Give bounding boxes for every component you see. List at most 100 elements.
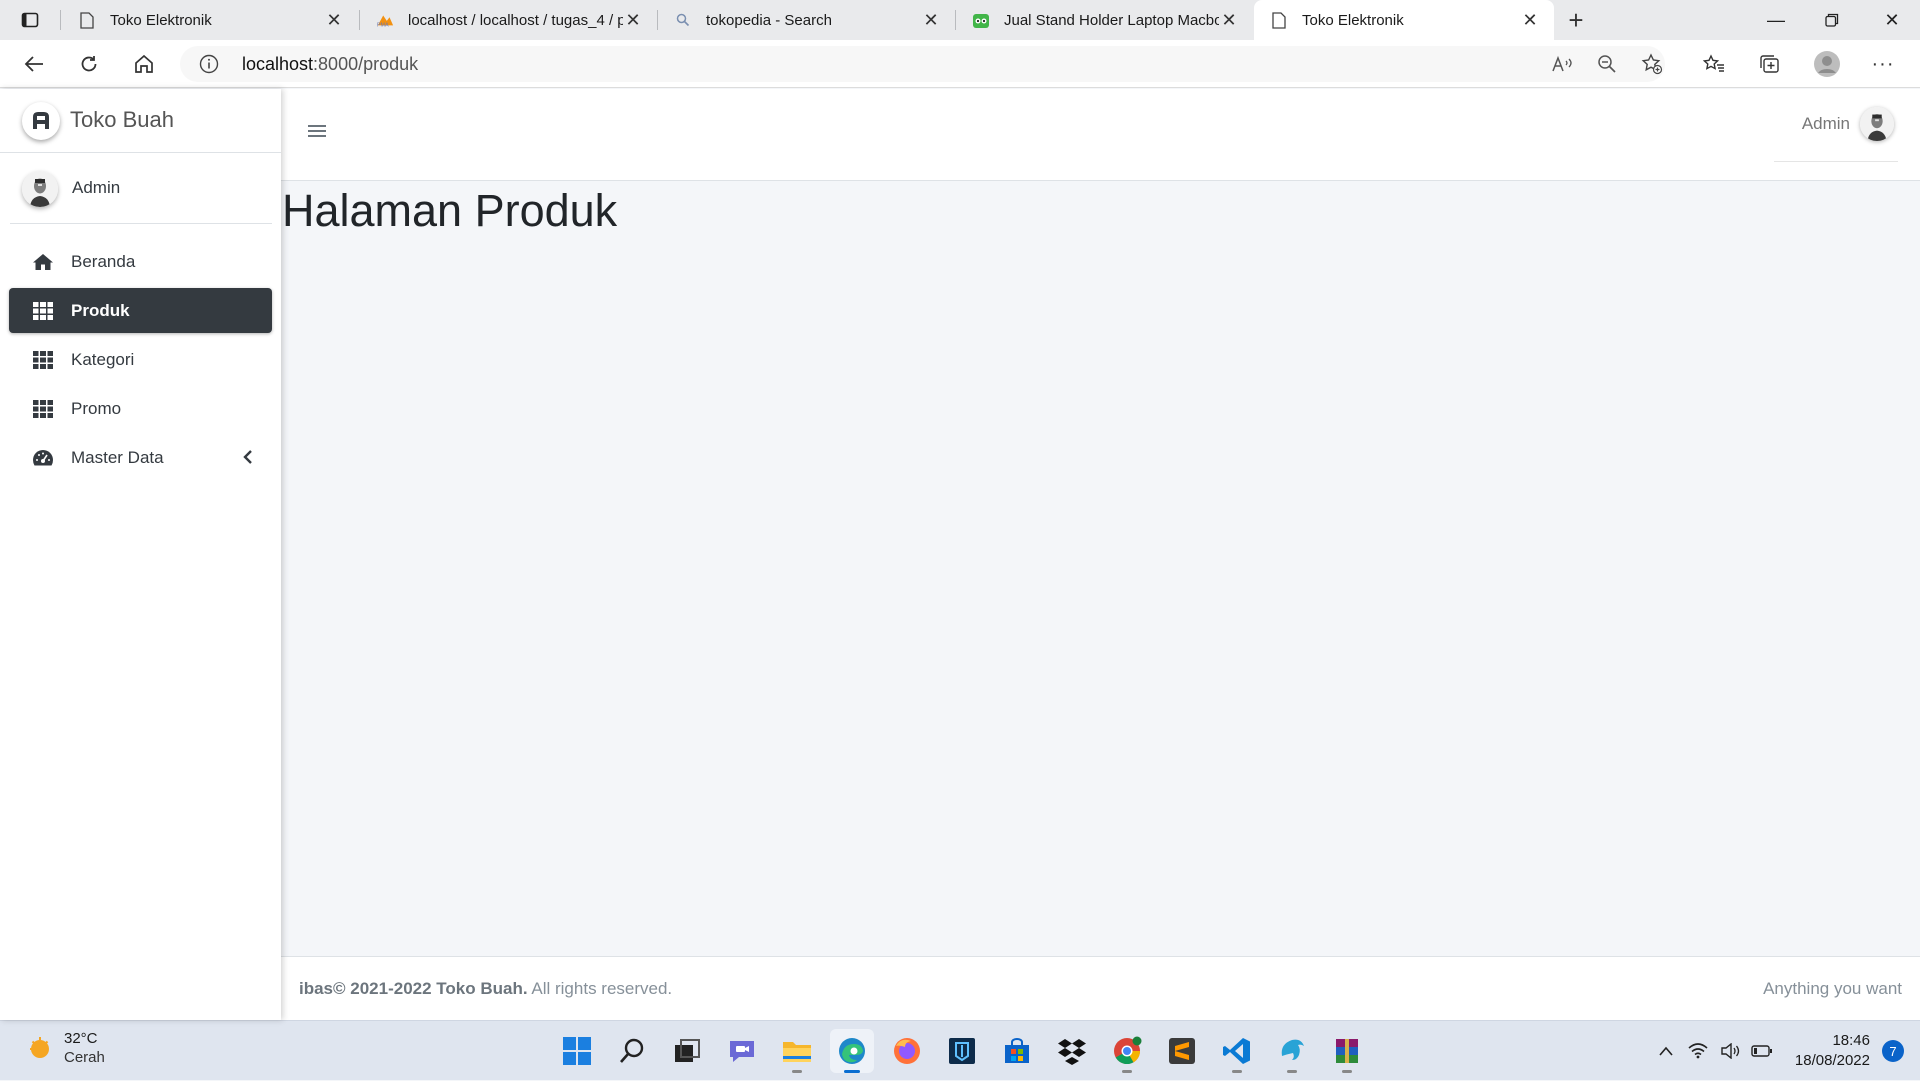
weather-widget[interactable]: 32°C Cerah — [26, 1029, 105, 1067]
dropbox-button[interactable] — [1050, 1029, 1094, 1073]
footer-copyright-brand: ibas© 2021-2022 Toko Buah. — [299, 979, 528, 998]
clock-date: 18/08/2022 — [1794, 1052, 1870, 1069]
tab-title: tokopedia - Search — [706, 11, 832, 29]
collections-button[interactable] — [1752, 48, 1786, 80]
back-button[interactable] — [17, 48, 51, 80]
page-icon — [78, 11, 96, 29]
edge-browser-button[interactable] — [830, 1029, 874, 1073]
plus-icon: + — [1568, 4, 1584, 35]
vmware-button[interactable] — [940, 1029, 984, 1073]
microsoft-store-button[interactable] — [995, 1029, 1039, 1073]
sidebar-nav: Beranda Produk Kategori Promo Master Dat… — [9, 239, 272, 484]
home-icon — [135, 54, 153, 73]
windows-taskbar: 32°C Cerah 18:46 18/08/2022 7 — [0, 1020, 1920, 1080]
home-button[interactable] — [127, 48, 161, 80]
sidebar-item-master-data[interactable]: Master Data — [9, 435, 272, 480]
app-icon — [949, 1038, 975, 1064]
chrome-button[interactable] — [1105, 1029, 1149, 1073]
sidebar-item-beranda[interactable]: Beranda — [9, 239, 272, 284]
wifi-button[interactable] — [1685, 1038, 1711, 1064]
restore-button[interactable] — [1804, 0, 1860, 40]
page-title: Halaman Produk — [282, 185, 618, 236]
sidebar-item-kategori[interactable]: Kategori — [9, 337, 272, 382]
browser-tab-2[interactable]: PMA localhost / localhost / tugas_4 / p … — [360, 0, 657, 40]
battery-icon — [1751, 1045, 1772, 1057]
browser-tab-4[interactable]: Jual Stand Holder Laptop Macbo ✕ — [956, 0, 1253, 40]
grid-icon — [31, 350, 55, 370]
task-view-button[interactable] — [665, 1029, 709, 1073]
footer-tagline: Anything you want — [1763, 979, 1902, 998]
tab-actions-button[interactable] — [10, 4, 50, 36]
notification-badge[interactable]: 7 — [1882, 1040, 1904, 1062]
url-text[interactable]: localhost:8000/produk — [242, 54, 418, 75]
navbar-user-menu[interactable]: Admin — [1802, 107, 1894, 141]
close-icon[interactable]: ✕ — [623, 10, 643, 31]
winrar-button[interactable] — [1325, 1029, 1369, 1073]
windows-logo-icon — [563, 1037, 591, 1065]
brand-link[interactable]: Toko Buah — [0, 89, 281, 153]
weather-condition: Cerah — [64, 1049, 105, 1066]
show-hidden-icons-button[interactable] — [1653, 1038, 1679, 1064]
user-panel[interactable]: Admin — [10, 153, 272, 224]
restore-icon — [1825, 13, 1839, 27]
running-indicator — [1122, 1070, 1132, 1073]
profile-button[interactable] — [1810, 48, 1844, 80]
weather-temperature: 32°C — [64, 1030, 98, 1047]
hamburger-menu-icon[interactable] — [308, 123, 326, 139]
reload-button[interactable] — [72, 48, 106, 80]
collections-icon — [1760, 55, 1779, 73]
footer-copyright: ibas© 2021-2022 Toko Buah. All rights re… — [299, 979, 672, 999]
sidebar-item-promo[interactable]: Promo — [9, 386, 272, 431]
mysql-workbench-button[interactable] — [1270, 1029, 1314, 1073]
firefox-button[interactable] — [885, 1029, 929, 1073]
info-icon[interactable] — [198, 53, 220, 75]
running-indicator — [1232, 1070, 1242, 1073]
vscode-icon — [1223, 1038, 1250, 1064]
taskbar-apps — [555, 1029, 1380, 1073]
browser-tab-1[interactable]: Toko Elektronik ✕ — [62, 0, 358, 40]
sublime-text-button[interactable] — [1160, 1029, 1204, 1073]
address-bar[interactable]: localhost:8000/produk — [180, 46, 1665, 82]
volume-button[interactable] — [1717, 1038, 1743, 1064]
sidebar-item-produk[interactable]: Produk — [9, 288, 272, 333]
firefox-icon — [894, 1038, 920, 1064]
close-window-button[interactable]: ✕ — [1864, 0, 1920, 40]
minimize-button[interactable]: — — [1748, 0, 1804, 40]
zoom-out-icon — [1598, 55, 1616, 73]
dropbox-icon — [1058, 1039, 1086, 1065]
zoom-out-button[interactable] — [1590, 48, 1624, 80]
grid-icon — [31, 399, 55, 419]
more-menu-button[interactable]: ··· — [1866, 48, 1900, 80]
teams-chat-button[interactable] — [720, 1029, 764, 1073]
chrome-icon — [1114, 1036, 1142, 1065]
favorites-button[interactable] — [1697, 48, 1731, 80]
battery-button[interactable] — [1749, 1038, 1775, 1064]
add-favorite-button[interactable] — [1635, 48, 1669, 80]
top-navbar: Admin — [281, 89, 1920, 181]
navbar-divider — [1774, 161, 1898, 162]
close-icon[interactable]: ✕ — [1219, 10, 1239, 31]
browser-toolbar: localhost:8000/produk ··· — [0, 40, 1920, 88]
taskbar-search-button[interactable] — [610, 1029, 654, 1073]
dashboard-icon — [31, 448, 55, 468]
read-aloud-button[interactable] — [1545, 48, 1579, 80]
vscode-button[interactable] — [1215, 1029, 1259, 1073]
sidebar: Toko Buah Admin Beranda Produk Kategori — [0, 89, 281, 1020]
wifi-icon — [1688, 1043, 1708, 1059]
close-icon[interactable]: ✕ — [324, 10, 344, 31]
tab-actions-icon — [21, 12, 39, 28]
close-icon[interactable]: ✕ — [921, 10, 941, 31]
folder-icon — [783, 1042, 811, 1062]
search-icon — [674, 11, 692, 29]
task-view-icon — [675, 1039, 700, 1062]
new-tab-button[interactable]: + — [1560, 4, 1592, 36]
file-explorer-button[interactable] — [775, 1029, 819, 1073]
profile-icon — [1814, 51, 1840, 77]
close-icon[interactable]: ✕ — [1520, 10, 1540, 31]
chevron-up-icon — [1659, 1046, 1673, 1056]
clock[interactable]: 18:46 18/08/2022 — [1795, 1031, 1870, 1071]
navbar-user-name: Admin — [1801, 114, 1850, 133]
browser-tab-5-active[interactable]: Toko Elektronik ✕ — [1254, 0, 1554, 40]
start-button[interactable] — [555, 1029, 599, 1073]
browser-tab-3[interactable]: tokopedia - Search ✕ — [658, 0, 955, 40]
